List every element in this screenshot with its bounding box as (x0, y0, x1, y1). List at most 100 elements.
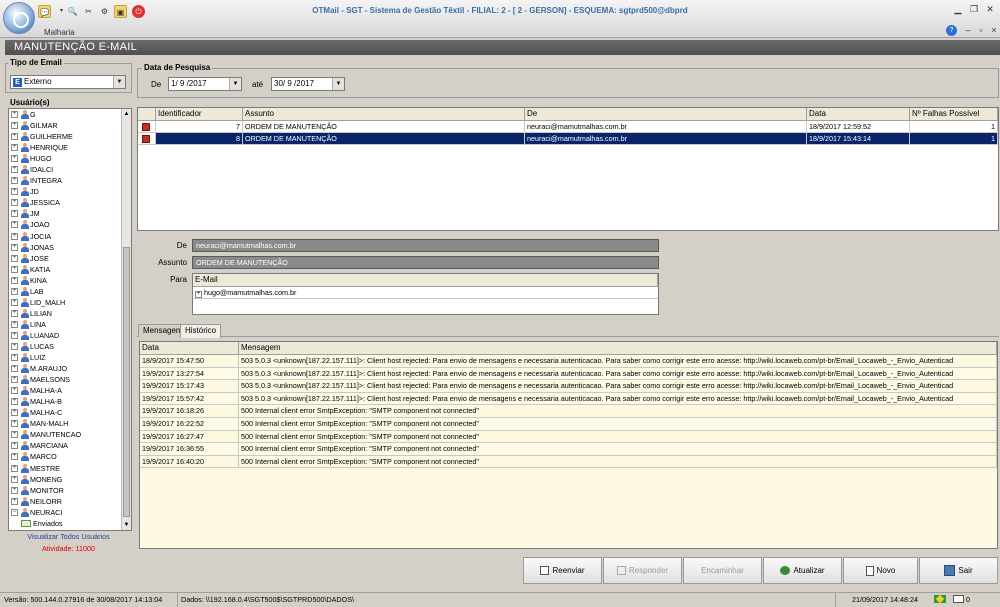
expand-icon[interactable]: + (11, 243, 18, 251)
collapse-icon[interactable]: − (11, 508, 18, 516)
history-row[interactable]: 19/9/2017 15:57:42 503 5.0.3 <unknown[187… (140, 392, 997, 406)
mail-icon[interactable] (953, 595, 964, 603)
tree-item-user[interactable]: + JOCIA (9, 231, 131, 242)
expand-icon[interactable]: + (11, 133, 18, 141)
inner-minimize-button[interactable]: – (961, 24, 975, 36)
tree-item-user[interactable]: + MALHA-C (9, 407, 131, 418)
tree-item-user[interactable]: + MANUTENCAO (9, 429, 131, 440)
history-row[interactable]: 18/9/2017 15:47:50 503 5.0.3 <unknown[187… (140, 355, 997, 368)
expand-icon[interactable]: + (11, 387, 18, 395)
expand-icon[interactable]: + (11, 409, 18, 417)
expand-icon[interactable]: + (11, 354, 18, 362)
expand-plus-icon[interactable]: + (195, 291, 202, 298)
history-row[interactable]: 19/9/2017 16:40:20 500 Internal client er… (140, 455, 997, 469)
expand-icon[interactable]: + (11, 166, 18, 174)
detail-from-field[interactable]: neuraci@mamutmalhas.com.br (192, 239, 659, 252)
expand-icon[interactable]: + (11, 309, 18, 317)
expand-icon[interactable]: + (11, 342, 18, 350)
reply-button[interactable]: Responder (603, 557, 682, 584)
tree-item-user[interactable]: + LILIAN (9, 308, 131, 319)
email-type-select[interactable]: E Externo ▼ (10, 75, 126, 89)
tree-item-user[interactable]: + GILMAR (9, 120, 131, 131)
tree-item-user[interactable]: − NEURACI (9, 507, 131, 518)
tree-item-user[interactable]: + JOSE (9, 253, 131, 264)
expand-icon[interactable]: + (11, 122, 18, 130)
col-header-fails[interactable]: Nº Falhas Possível (910, 108, 998, 121)
expand-icon[interactable]: + (11, 155, 18, 163)
minimize-button[interactable]: ▁ (951, 3, 965, 15)
date-to-input[interactable]: 30/ 9 /2017 ▼ (271, 77, 345, 91)
scroll-up-icon[interactable]: ▲ (122, 109, 131, 119)
maximize-button[interactable]: ❐ (967, 3, 981, 15)
expand-icon[interactable]: + (11, 210, 18, 218)
tree-item-user[interactable]: + LID_MALH (9, 297, 131, 308)
expand-icon[interactable]: + (11, 442, 18, 450)
expand-icon[interactable]: + (11, 276, 18, 284)
expand-icon[interactable]: + (11, 453, 18, 461)
history-row[interactable]: 19/9/2017 13:27:54 503 5.0.3 <unknown[187… (140, 367, 997, 381)
history-row[interactable]: 19/9/2017 15:17:43 503 5.0.3 <unknown[187… (140, 380, 997, 393)
expand-icon[interactable]: + (11, 254, 18, 262)
expand-icon[interactable]: + (11, 265, 18, 273)
tree-item-user[interactable]: + KATIA (9, 264, 131, 275)
tree-item-user[interactable]: + JM (9, 208, 131, 219)
refresh-button[interactable]: Atualizar (763, 557, 842, 584)
scroll-down-icon[interactable]: ▼ (122, 520, 131, 530)
resend-button[interactable]: Reenviar (523, 557, 602, 584)
expand-icon[interactable]: + (11, 287, 18, 295)
tree-item-user[interactable]: + MAN-MALH (9, 418, 131, 429)
detail-subject-field[interactable]: ORDEM DE MANUTENÇÃO (192, 256, 659, 269)
expand-icon[interactable]: + (11, 486, 18, 494)
expand-icon[interactable]: + (11, 376, 18, 384)
expand-icon[interactable]: + (11, 177, 18, 185)
tab-historico[interactable]: Histórico (180, 324, 222, 338)
tree-item-user[interactable]: + JOAO (9, 219, 131, 230)
expand-icon[interactable]: + (11, 365, 18, 373)
col-header-date[interactable]: Data (807, 108, 910, 121)
calendar-dropdown-icon[interactable]: ▼ (229, 78, 241, 90)
help-icon[interactable]: ? (946, 25, 957, 36)
tree-item-user[interactable]: + IDALCI (9, 164, 131, 175)
chevron-down-icon[interactable]: ▼ (113, 76, 125, 88)
tree-item-user[interactable]: + JD (9, 186, 131, 197)
col-header-subject[interactable]: Assunto (243, 108, 525, 121)
history-row[interactable]: 19/9/2017 16:36:55 500 Internal client er… (140, 443, 997, 456)
expand-icon[interactable]: + (11, 398, 18, 406)
expand-icon[interactable]: + (11, 497, 18, 505)
table-row-selected[interactable]: 8 ORDEM DE MANUTENÇÃO neuraci@mamutmalha… (138, 133, 998, 145)
tree-item-user[interactable]: + JONAS (9, 242, 131, 253)
col-header-history-message[interactable]: Mensagem (239, 342, 997, 355)
tree-item-user[interactable]: + GUILHERME (9, 131, 131, 142)
history-row[interactable]: 19/9/2017 16:22:52 500 Internal client er… (140, 417, 997, 431)
expand-icon[interactable]: + (11, 221, 18, 229)
tree-item-user[interactable]: + JESSICA (9, 197, 131, 208)
col-header-id[interactable]: Identificador (156, 108, 243, 121)
tree-item-user[interactable]: + MARCIANA (9, 440, 131, 451)
table-row[interactable]: 7 ORDEM DE MANUTENÇÃO neuraci@mamutmalha… (138, 121, 998, 133)
tree-item-user[interactable]: + MONENG (9, 474, 131, 485)
tree-item-user[interactable]: + INTEGRA (9, 175, 131, 186)
history-row[interactable]: 19/9/2017 16:18:26 500 Internal client er… (140, 405, 997, 418)
col-header-history-date[interactable]: Data (140, 342, 239, 355)
tree-item-user[interactable]: + MESTRE (9, 463, 131, 474)
expand-icon[interactable]: + (11, 298, 18, 306)
tree-item-user[interactable]: + M.ARAUJO (9, 363, 131, 374)
tree-item-user[interactable]: + MALHA-A (9, 385, 131, 396)
expand-icon[interactable]: + (11, 464, 18, 472)
expand-icon[interactable]: + (11, 420, 18, 428)
users-scrollbar[interactable]: ▲ ▼ (121, 109, 131, 530)
date-from-input[interactable]: 1/ 9 /2017 ▼ (168, 77, 242, 91)
view-all-users-link[interactable]: Visualizar Todos Usuários (5, 532, 132, 541)
expand-icon[interactable]: + (11, 431, 18, 439)
expand-icon[interactable]: + (11, 331, 18, 339)
col-header-from[interactable]: De (525, 108, 807, 121)
inner-restore-button[interactable]: ▫ (974, 24, 988, 36)
tree-item-user[interactable]: + MALHA-B (9, 396, 131, 407)
scroll-thumb[interactable] (123, 247, 130, 517)
calendar-dropdown-icon[interactable]: ▼ (332, 78, 344, 90)
tree-item-user[interactable]: + MONITOR (9, 485, 131, 496)
expand-icon[interactable]: + (11, 111, 18, 118)
expand-icon[interactable]: + (11, 232, 18, 240)
history-row[interactable]: 19/9/2017 16:27:47 500 Internal client er… (140, 430, 997, 444)
expand-icon[interactable]: + (11, 144, 18, 152)
